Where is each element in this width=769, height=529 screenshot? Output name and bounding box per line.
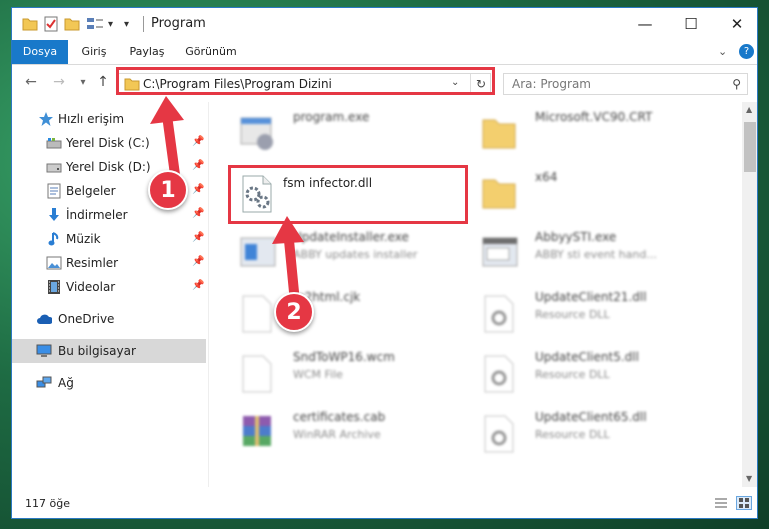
- arrow-2-head: [272, 216, 304, 244]
- step-marker-2: 2: [274, 292, 314, 332]
- annotation-arrows: [150, 96, 304, 297]
- step-marker-1: 1: [148, 170, 188, 210]
- arrow-1-head: [150, 96, 184, 124]
